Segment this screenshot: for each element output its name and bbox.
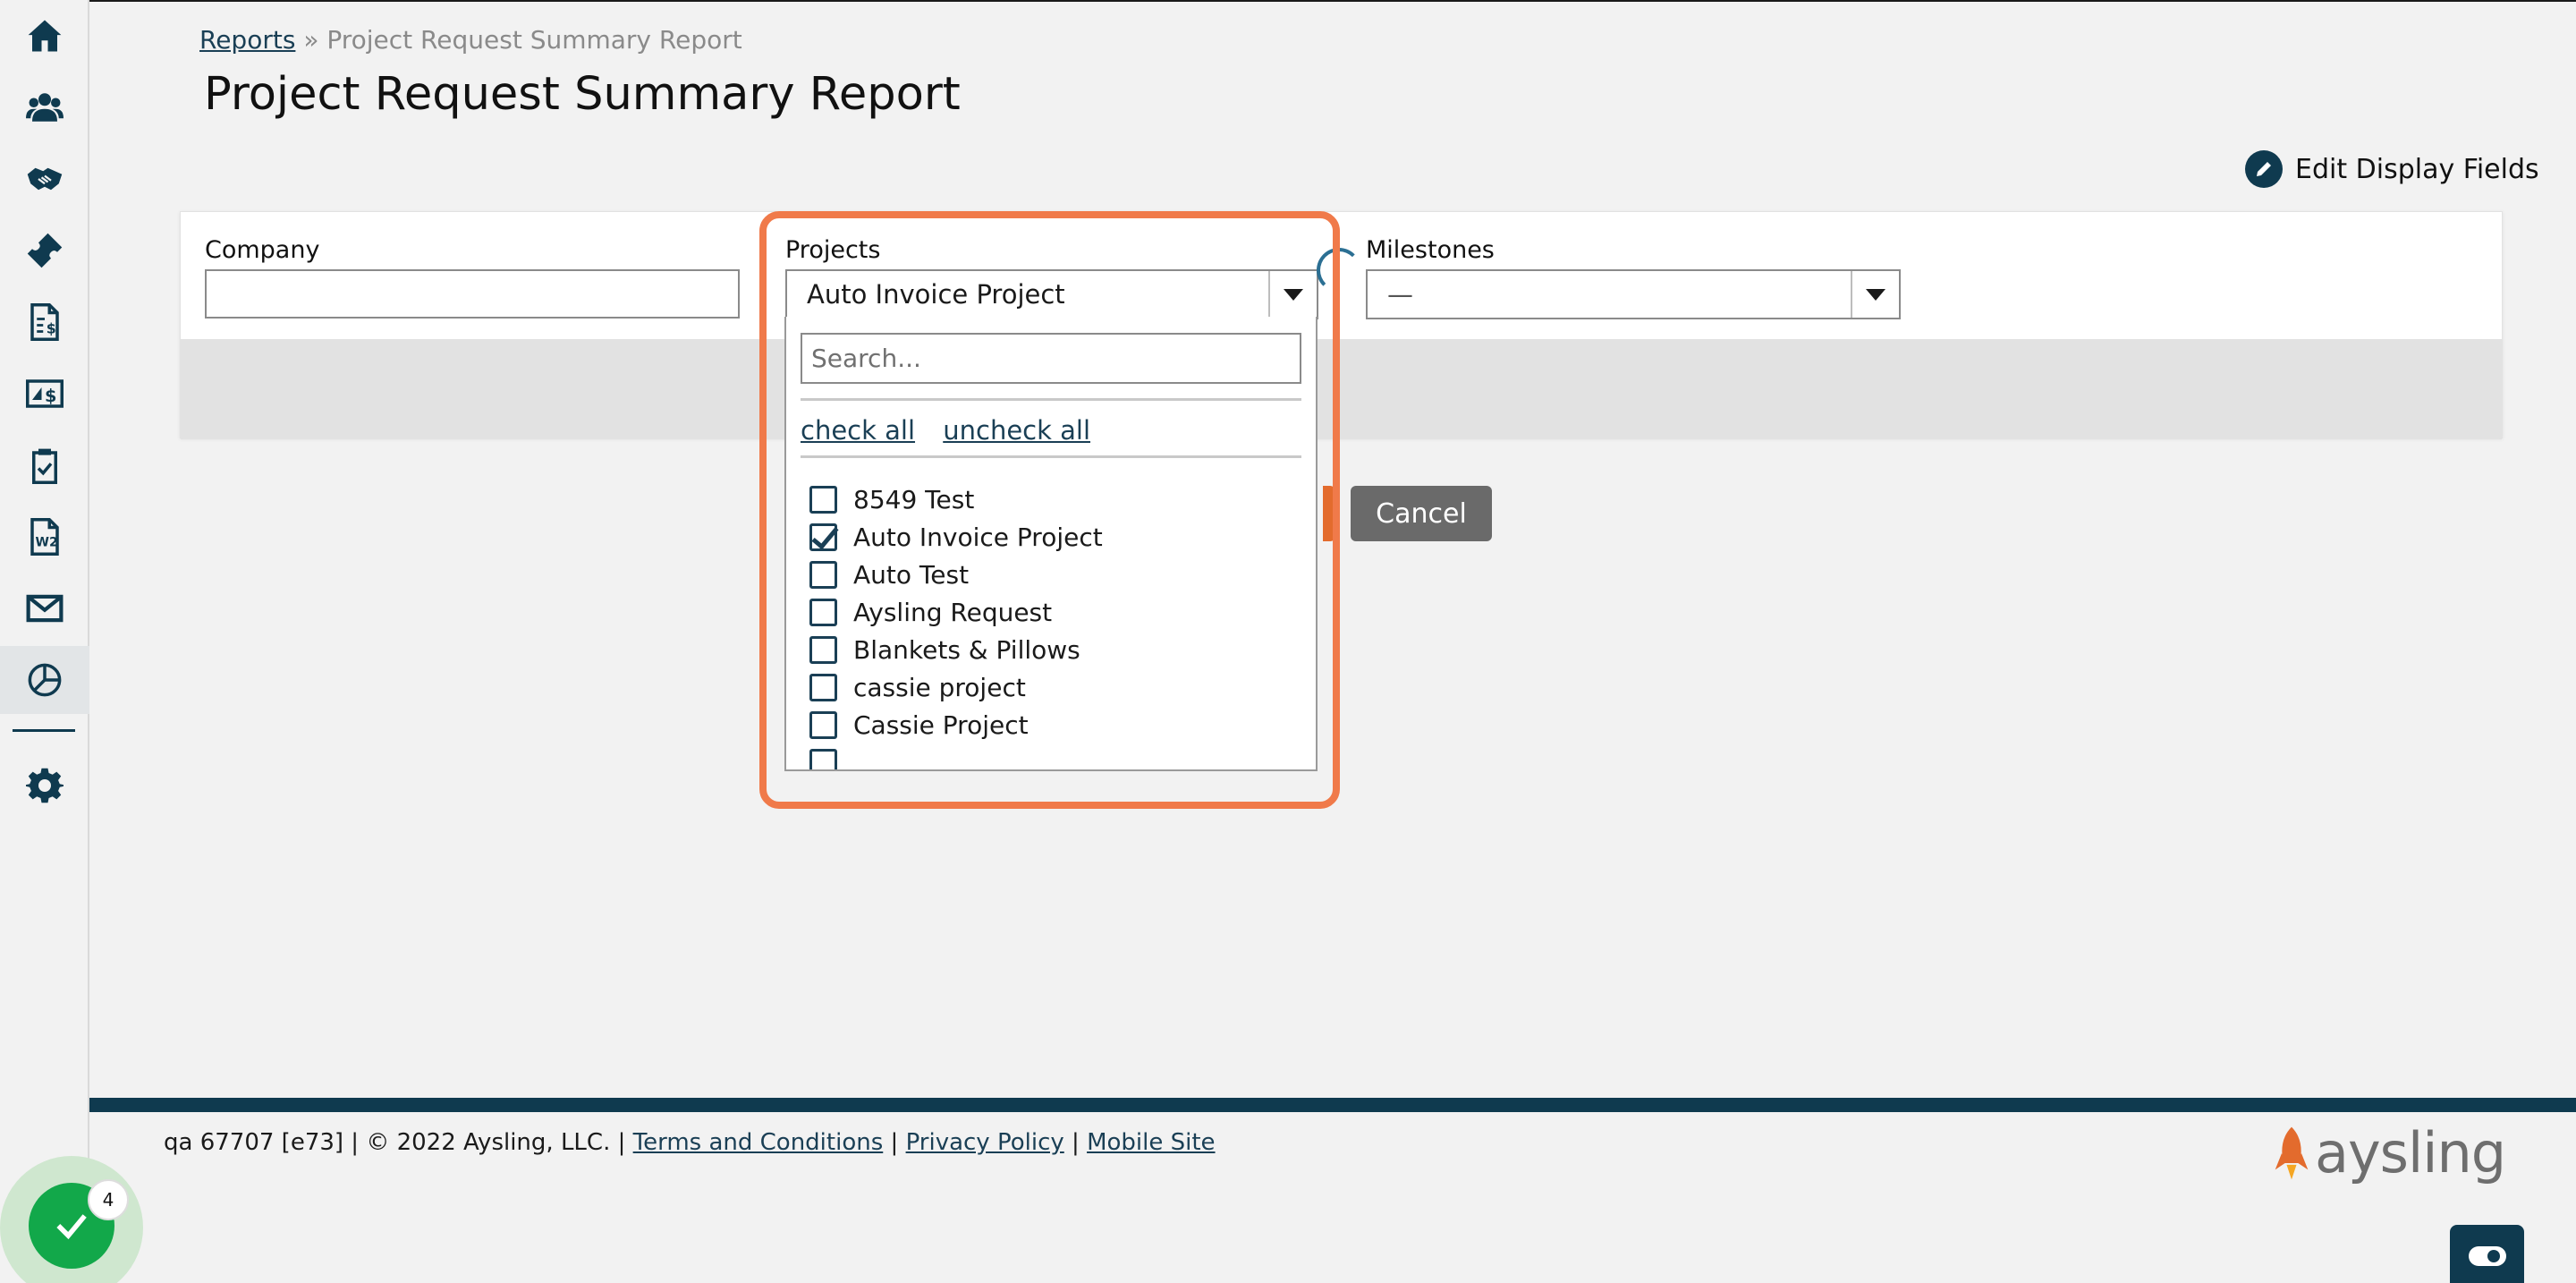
pencil-icon [2245,150,2283,188]
clipboard-check-icon [32,448,57,484]
svg-text:W2: W2 [36,536,58,550]
sidebar-item-deals[interactable] [0,145,89,213]
sidebar-item-home[interactable] [0,2,89,70]
reports-chart-icon [28,663,62,697]
company-input[interactable] [205,269,740,319]
terms-link[interactable]: Terms and Conditions [633,1129,884,1156]
toggle-icon [2468,1246,2506,1266]
filter-panel: Company Projects Auto Invoice Project Mi… [180,211,2503,541]
breadcrumb-current: Project Request Summary Report [326,25,742,55]
sidebar-divider [13,729,75,732]
svg-text:$: $ [45,386,56,406]
settings-gear-icon [26,768,64,803]
milestones-dropdown-toggle[interactable] [1851,271,1899,318]
sidebar-item-expenses[interactable]: $ [0,360,89,428]
sidebar-item-tasks[interactable] [0,431,89,499]
cancel-button[interactable]: Cancel [1351,486,1492,541]
mobile-site-link[interactable]: Mobile Site [1087,1129,1215,1156]
ticket-icon [27,233,63,268]
handshake-icon [27,167,63,191]
focus-highlight [759,211,1340,809]
sidebar-item-payroll[interactable]: W2 [0,503,89,571]
svg-text:$: $ [47,319,56,336]
logo-wordmark: aysling [2315,1120,2506,1185]
footer-info: qa 67707 [e73] | © 2022 Aysling, LLC. | … [164,1129,1216,1156]
aysling-logo: aysling [2272,1120,2506,1185]
sidebar-item-reports[interactable] [0,646,89,714]
footer-divider: | [1072,1129,1080,1156]
sidebar-item-tickets[interactable] [0,217,89,285]
task-count-badge: 4 [88,1179,129,1220]
breadcrumb: Reports » Project Request Summary Report [199,25,742,55]
breadcrumb-reports-link[interactable]: Reports [199,25,295,55]
sidebar-item-contacts[interactable] [0,73,89,141]
sidebar-item-invoices[interactable]: $ [0,288,89,356]
edit-display-fields-label: Edit Display Fields [2295,153,2539,185]
sidebar-item-messages[interactable] [0,574,89,642]
rocket-icon [2275,1126,2309,1179]
footer-bar [89,1098,2576,1112]
company-label: Company [205,236,320,264]
milestones-select[interactable]: — [1366,269,1901,319]
mail-icon [26,594,64,623]
invoice-icon: $ [30,303,59,341]
top-border [0,0,2576,2]
sidebar-nav: $ $ W2 [0,0,89,1283]
w2-form-icon: W2 [30,518,59,556]
chevron-down-icon [1866,288,1885,301]
footer-version: qa 67707 [e73] | © 2022 Aysling, LLC. | [164,1129,626,1156]
money-exchange-icon: $ [26,379,64,408]
people-icon [26,93,64,122]
milestones-label: Milestones [1366,236,1495,264]
privacy-link[interactable]: Privacy Policy [906,1129,1064,1156]
milestones-selected-value: — [1387,279,1413,310]
footer-divider: | [890,1129,899,1156]
checkmark-icon [56,1214,87,1240]
edit-display-fields-button[interactable]: Edit Display Fields [2245,150,2539,188]
chat-toggle-button[interactable] [2450,1225,2524,1283]
page-title: Project Request Summary Report [204,68,961,121]
home-icon [28,20,62,52]
sidebar-item-settings[interactable] [0,752,89,820]
filter-panel-actions: Cancel [181,339,2502,541]
breadcrumb-separator: » [303,25,319,55]
